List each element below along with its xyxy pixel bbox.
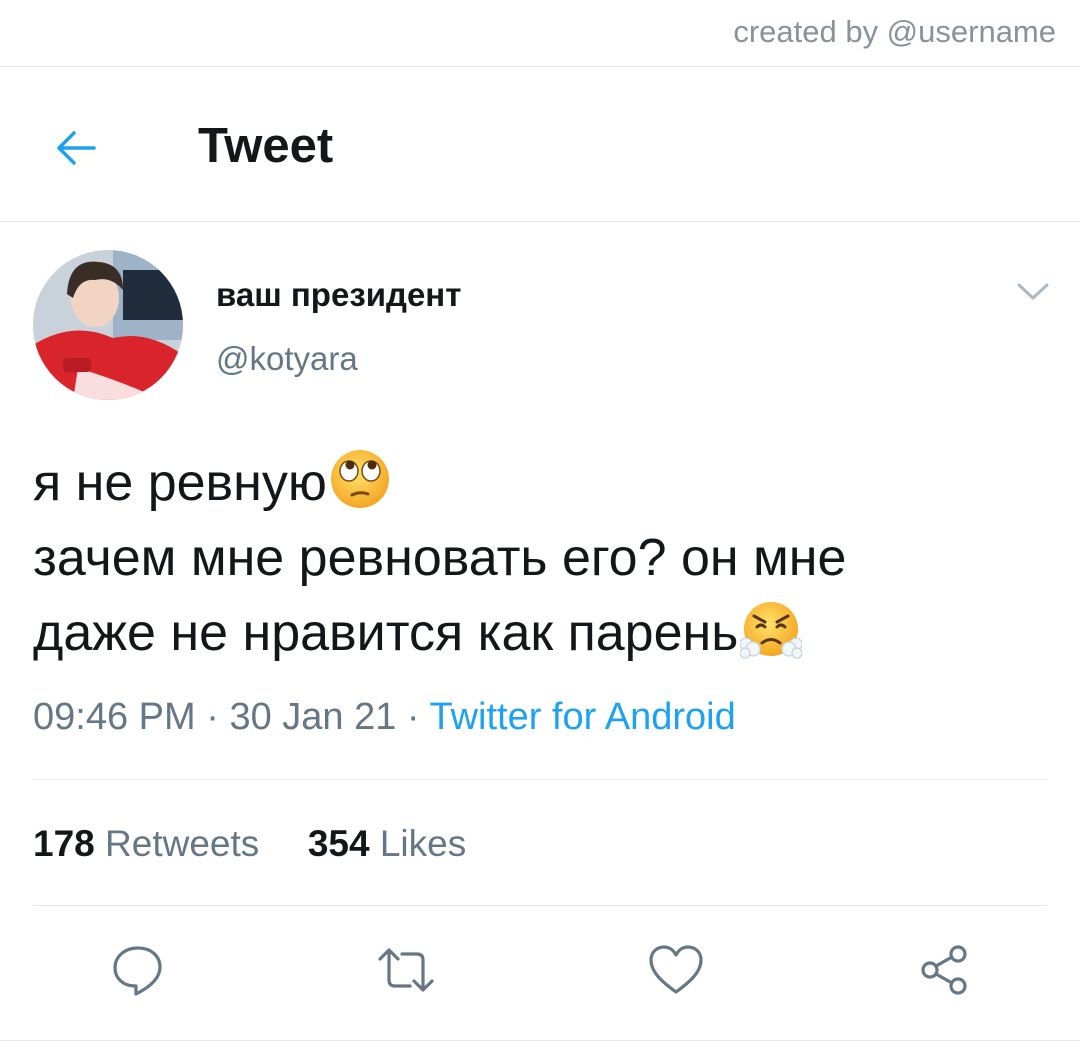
watermark-credit: created by @username: [733, 14, 1056, 49]
reply-icon[interactable]: [108, 940, 168, 1000]
tweet-line-text: даже не нравится как парень: [33, 604, 739, 662]
page-title: Tweet: [198, 119, 334, 173]
tweet-date: 30 Jan 21: [229, 696, 397, 738]
divider: [0, 1040, 1080, 1041]
face-with-rolling-eyes-emoji: [330, 450, 389, 508]
tweet-line-text: я не ревную: [33, 454, 327, 512]
face-with-steam-from-nose-emoji: [740, 602, 803, 659]
likes-label: Likes: [379, 823, 467, 864]
chevron-down-icon[interactable]: [1016, 280, 1050, 304]
divider: [0, 221, 1080, 222]
tweet-line: зачем мне ревновать его? он мне: [33, 529, 847, 587]
likes-stat[interactable]: 354 Likes: [308, 823, 466, 864]
share-icon[interactable]: [914, 940, 974, 1000]
retweet-icon[interactable]: [376, 940, 436, 1000]
tweet-text: я не ревную зачем мне ревновать его? он …: [33, 446, 1043, 671]
heart-icon[interactable]: [646, 940, 706, 1000]
display-name[interactable]: ваш президент: [216, 276, 461, 314]
arrow-left-icon[interactable]: [52, 124, 100, 172]
tweet-line: я не ревную: [33, 446, 1043, 521]
tweet-meta: 09:46 PM · 30 Jan 21 · Twitter for Andro…: [33, 696, 736, 739]
tweet-stats: 178 Retweets 354 Likes: [33, 823, 466, 865]
tweet-line: даже не нравится как парень: [33, 596, 1043, 671]
divider: [0, 66, 1080, 67]
retweets-count: 178: [33, 823, 95, 864]
divider: [33, 779, 1047, 780]
meta-separator: ·: [396, 696, 430, 738]
avatar[interactable]: [33, 250, 183, 400]
meta-separator: ·: [195, 696, 230, 738]
user-handle[interactable]: @kotyara: [216, 340, 358, 378]
tweet-source-link[interactable]: Twitter for Android: [429, 696, 735, 738]
retweets-label: Retweets: [105, 823, 260, 864]
retweets-stat[interactable]: 178 Retweets: [33, 823, 259, 864]
divider: [33, 905, 1047, 906]
tweet-time: 09:46 PM: [33, 696, 196, 738]
likes-count: 354: [307, 823, 370, 864]
